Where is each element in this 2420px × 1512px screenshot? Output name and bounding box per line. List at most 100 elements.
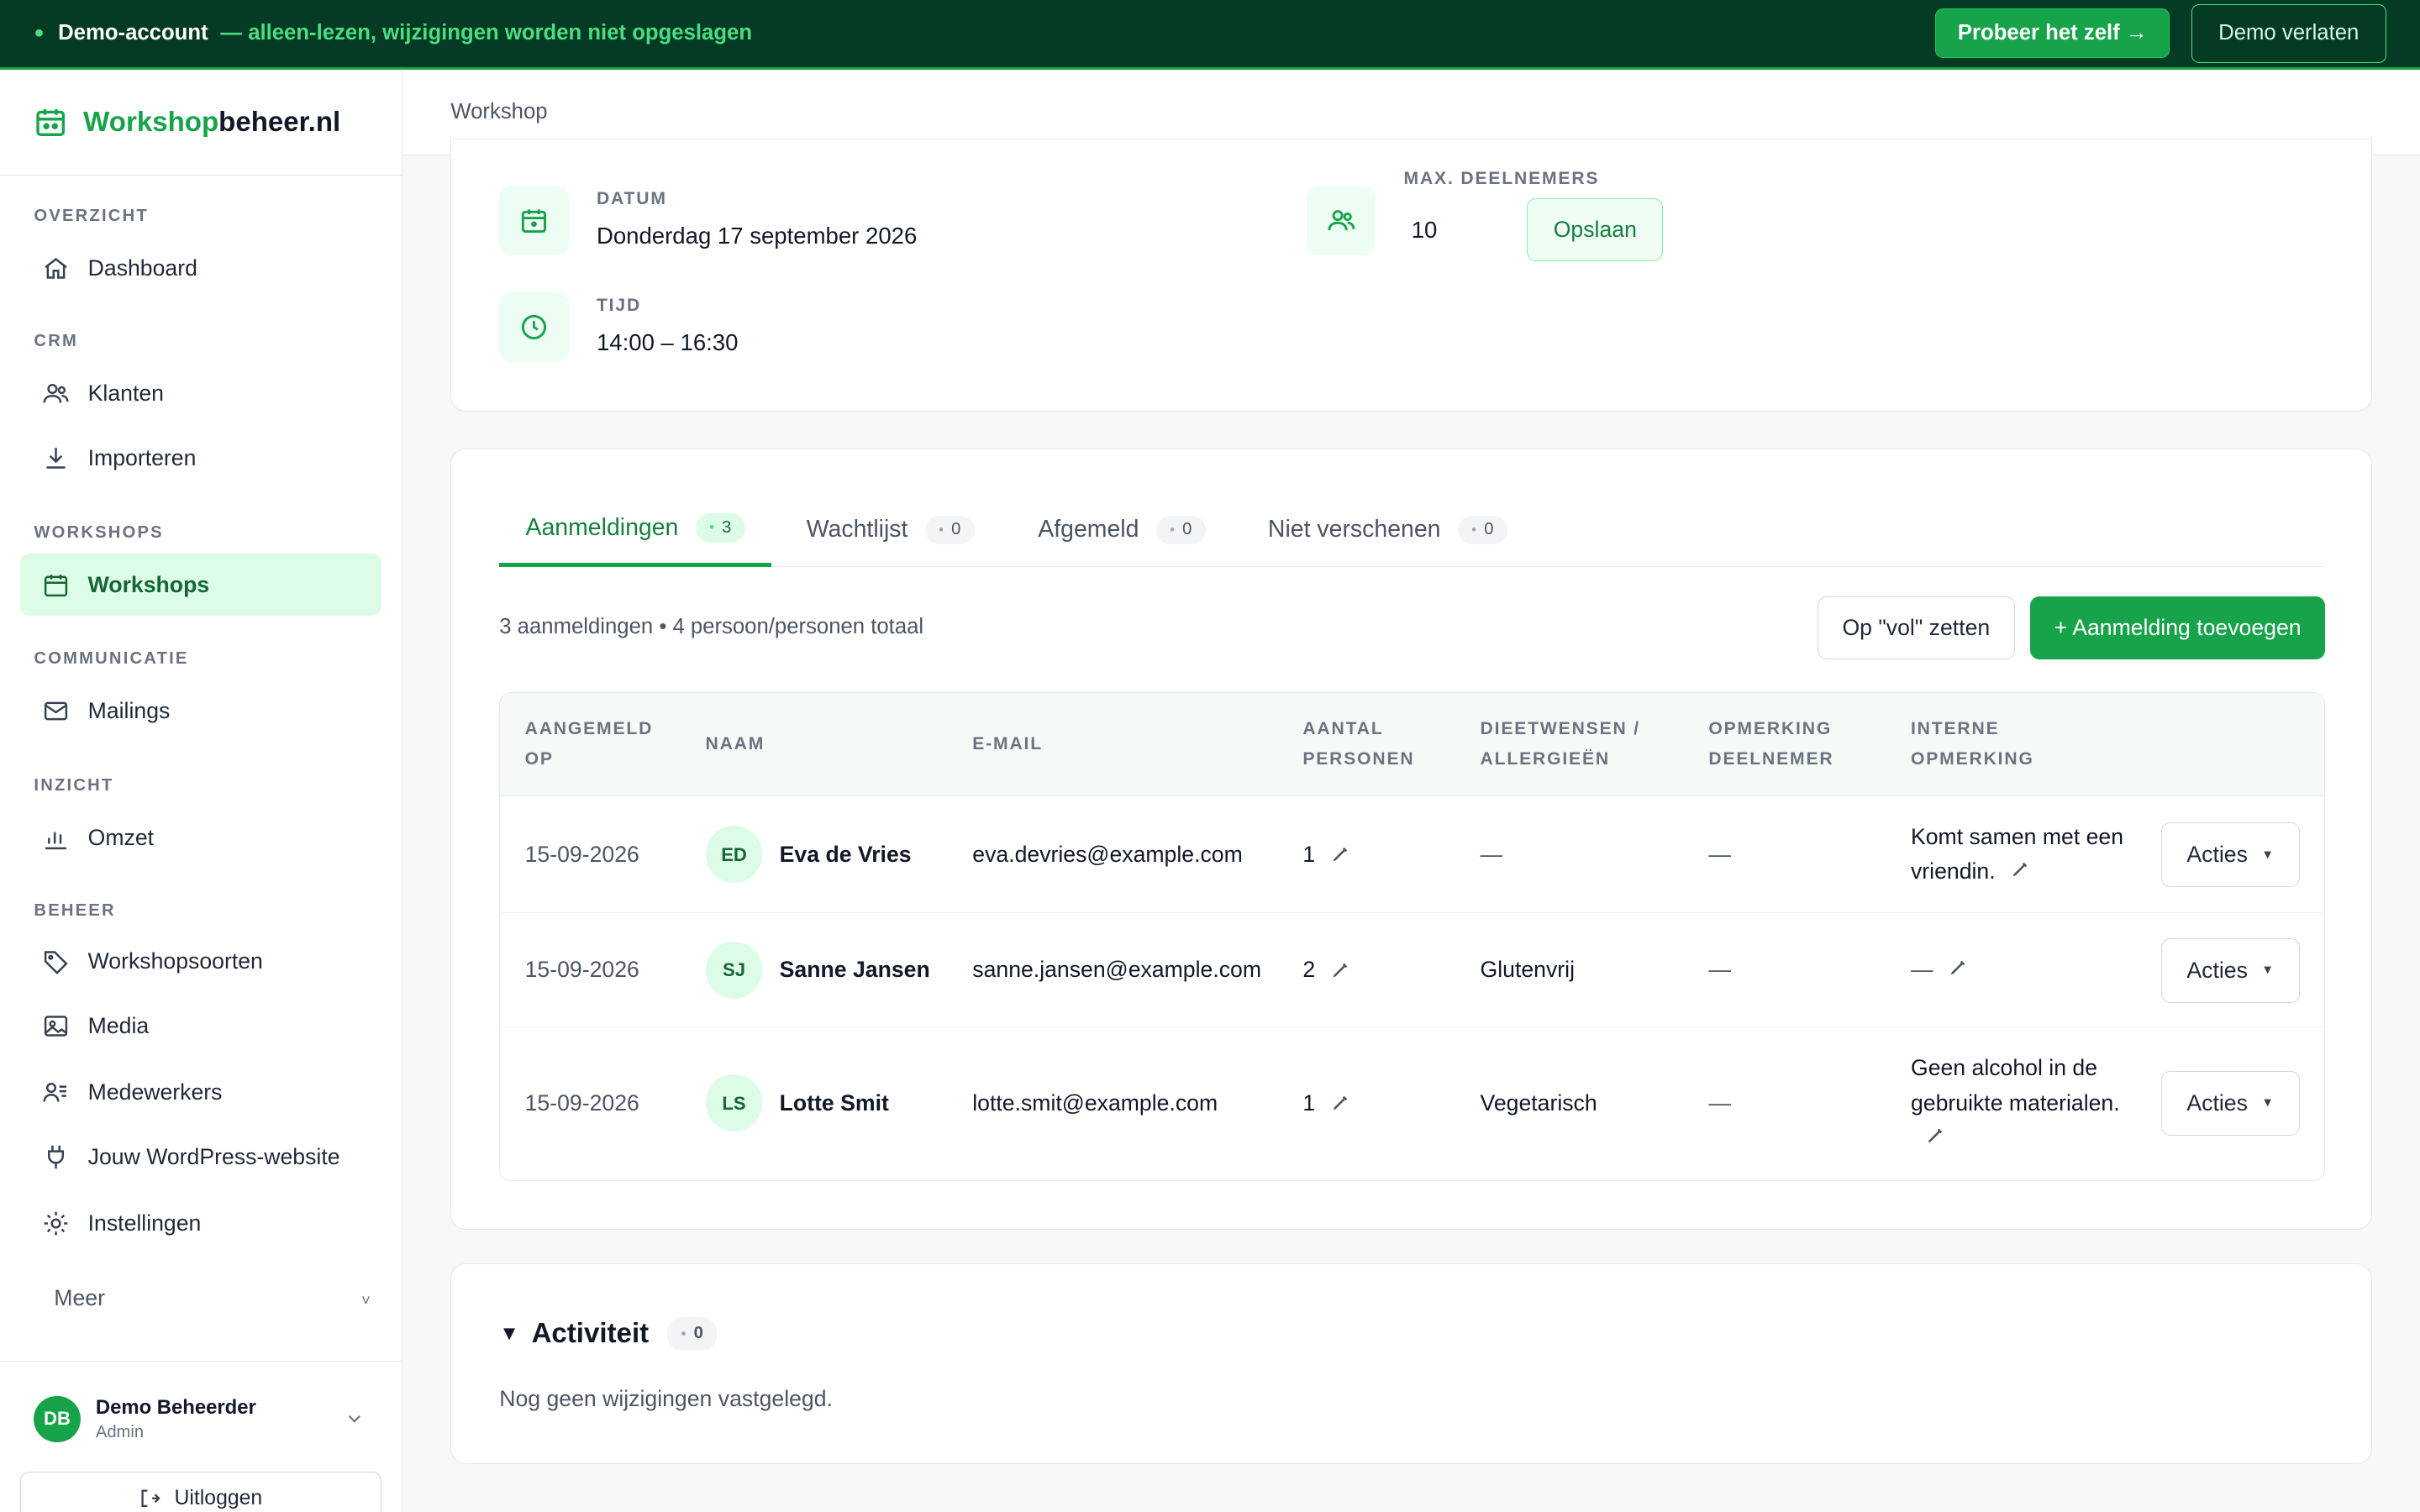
row-email: eva.devries@example.com	[972, 841, 1243, 867]
sidebar-item-label: Media	[87, 1012, 150, 1038]
tab-niet-verschenen[interactable]: Niet verschenen • 0	[1242, 493, 1534, 567]
badge-count: 3	[722, 517, 732, 537]
column-header-aantal[interactable]: AANTAL PERSONEN	[1302, 693, 1414, 796]
row-internal-text: Geen alcohol in de gebruikte materialen.	[1910, 1055, 2120, 1116]
badge-count: 0	[951, 520, 961, 539]
download-icon	[46, 448, 66, 469]
user-name: Demo Beheerder	[95, 1395, 256, 1419]
badge-count: 0	[693, 1324, 703, 1343]
avatar: LS	[705, 1074, 763, 1132]
sidebar-item-dashboard[interactable]: Dashboard	[20, 238, 381, 299]
row-count-value: 2	[1302, 957, 1316, 983]
badge-dot: •	[681, 1325, 687, 1341]
section-communicatie: COMMUNICATIE	[34, 649, 189, 669]
pencil-icon[interactable]	[1949, 958, 1967, 977]
user-info: Demo Beheerder Admin	[96, 1396, 256, 1442]
table-row: 15-09-2026 ED Eva de Vries eva.devries@e…	[500, 796, 2325, 914]
sidebar-item-label: Mailings	[87, 698, 171, 724]
pencil-icon[interactable]	[1331, 1094, 1349, 1112]
tab-aanmeldingen[interactable]: Aanmeldingen • 3	[499, 493, 772, 568]
actions-button[interactable]: Acties ▼	[2160, 937, 2300, 1003]
logo[interactable]: Workshop beheer.nl	[0, 70, 402, 176]
badge-dot: •	[709, 519, 714, 536]
max-participants-label: MAX. DEELNEMERS	[1403, 169, 1600, 189]
leave-demo-button[interactable]: Demo verlaten	[2191, 3, 2386, 63]
row-count: 1	[1302, 1027, 1349, 1179]
sidebar-item-media[interactable]: Media	[20, 995, 381, 1057]
set-full-button[interactable]: Op "vol" zetten	[1817, 596, 2015, 660]
sidebar-item-instellingen[interactable]: Instellingen	[20, 1193, 381, 1254]
logout-button[interactable]: Uitloggen	[19, 1472, 381, 1512]
bar-chart-icon	[45, 832, 66, 849]
caret-down-icon: ▼	[2261, 848, 2274, 862]
header-line: ALLERGIEËN	[1480, 749, 1610, 769]
image-icon	[44, 1016, 67, 1037]
section-crm: CRM	[34, 331, 78, 350]
section-beheer: BEHEER	[34, 900, 116, 920]
row-diet: Vegetarisch	[1480, 1089, 1597, 1116]
registrations-card: Aanmeldingen • 3 Wachtlijst • 0 Afgemeld •…	[450, 449, 2372, 1230]
user-menu[interactable]: DB Demo Beheerder Admin	[0, 1360, 402, 1477]
row-remark: —	[1708, 1089, 1731, 1116]
tab-label: Niet verschenen	[1267, 516, 1441, 543]
header-line: DIEETWENSEN /	[1480, 718, 1640, 738]
table-row: 15-09-2026 SJ Sanne Jansen sanne.jansen@…	[500, 913, 2325, 1028]
count-badge: • 0	[1457, 515, 1507, 545]
tab-afgemeld[interactable]: Afgemeld • 0	[1012, 493, 1232, 567]
header-line: OPMERKING	[1910, 749, 2034, 769]
badge-dot: •	[939, 521, 944, 538]
row-count-value: 1	[1302, 841, 1316, 867]
table-row: 15-09-2026 LS Lotte Smit lotte.smit@exam…	[500, 1027, 2324, 1179]
calendar-icon	[44, 574, 67, 596]
save-button[interactable]: Opslaan	[1527, 198, 1664, 262]
row-participant[interactable]: LS Lotte Smit	[705, 1027, 889, 1179]
avatar: SJ	[705, 941, 763, 999]
tab-wachtlijst[interactable]: Wachtlijst • 0	[781, 493, 1002, 567]
chevron-down-icon	[348, 1415, 360, 1423]
actions-button[interactable]: Acties ▼	[2160, 822, 2300, 888]
sidebar-item-importeren[interactable]: Importeren	[20, 428, 381, 489]
sidebar-item-workshopsoorten[interactable]: Workshopsoorten	[20, 931, 381, 992]
max-participants-input[interactable]: 10	[1412, 217, 1438, 244]
header-line: AANTAL	[1302, 718, 1384, 738]
date-value: Donderdag 17 september 2026	[596, 223, 918, 249]
time-value: 14:00 – 16:30	[596, 329, 739, 356]
logo-text-secondary: beheer.nl	[218, 106, 341, 138]
section-workshops: WORKSHOPS	[34, 522, 164, 542]
column-header-opmerking[interactable]: OPMERKING DEELNEMER	[1708, 693, 1833, 796]
try-yourself-button[interactable]: Probeer het zelf →	[1935, 8, 2170, 59]
more-toggle[interactable]: Meer ˅	[54, 1285, 371, 1311]
sidebar-item-label: Omzet	[87, 824, 155, 850]
pencil-icon[interactable]	[2011, 860, 2029, 879]
more-label: Meer	[54, 1284, 105, 1310]
sidebar-item-klanten[interactable]: Klanten	[20, 363, 381, 424]
pencil-icon[interactable]	[1331, 961, 1349, 979]
row-diet: —	[1480, 841, 1503, 867]
sidebar-item-workshops[interactable]: Workshops	[19, 554, 381, 616]
pencil-icon[interactable]	[1926, 1126, 1944, 1145]
actions-label: Acties	[2186, 842, 2248, 868]
column-header-intern[interactable]: INTERNE OPMERKING	[1911, 693, 2034, 796]
column-header-email[interactable]: E-MAIL	[972, 693, 1043, 796]
date-label: DATUM	[596, 189, 667, 209]
column-header-dieet[interactable]: DIEETWENSEN / ALLERGIEËN	[1481, 693, 1640, 796]
column-header-naam[interactable]: NAAM	[706, 693, 765, 796]
sidebar-item-omzet[interactable]: Omzet	[20, 807, 381, 869]
actions-button[interactable]: Acties ▼	[2160, 1070, 2300, 1136]
row-date: 15-09-2026	[524, 957, 639, 983]
row-diet: Glutenvrij	[1480, 957, 1576, 983]
pencil-icon[interactable]	[1331, 845, 1349, 864]
sidebar-item-mailings[interactable]: Mailings	[20, 680, 381, 742]
row-participant[interactable]: ED Eva de Vries	[705, 796, 912, 913]
column-header-aangemeld[interactable]: AANGEMELD OP	[525, 693, 654, 796]
row-participant[interactable]: SJ Sanne Jansen	[705, 913, 930, 1026]
logo-text-primary: Workshop	[83, 106, 219, 138]
sidebar-item-label: Jouw WordPress-website	[87, 1143, 340, 1169]
activity-toggle[interactable]: ▼ Activiteit • 0	[499, 1316, 718, 1352]
actions-label: Acties	[2186, 1089, 2248, 1116]
count-badge: • 0	[924, 515, 975, 545]
tab-label: Afgemeld	[1038, 516, 1139, 543]
add-registration-button[interactable]: + Aanmelding toevoegen	[2030, 596, 2326, 660]
sidebar-item-wordpress[interactable]: Jouw WordPress-website	[20, 1126, 381, 1188]
sidebar-item-medewerkers[interactable]: Medewerkers	[20, 1062, 381, 1123]
